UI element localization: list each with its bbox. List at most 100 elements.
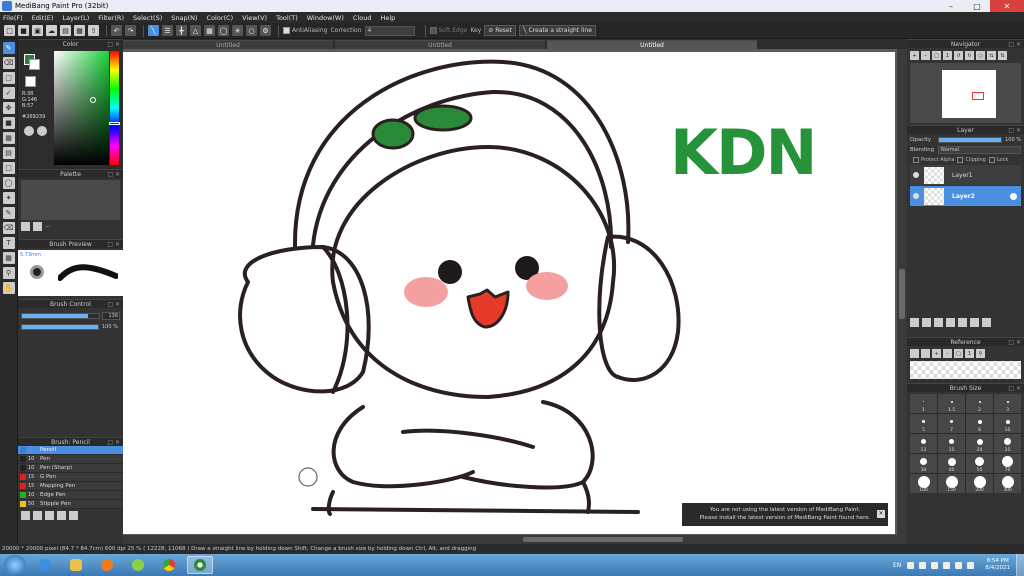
- transparent-color-swatch[interactable]: [25, 76, 36, 87]
- layer-visibility-icon[interactable]: [913, 172, 919, 178]
- menu-view[interactable]: View(V): [242, 14, 267, 22]
- text-tool-icon[interactable]: T: [2, 237, 15, 249]
- panel-close-icon[interactable]: □ ✕: [107, 300, 120, 309]
- brush-size-option[interactable]: 40: [938, 454, 965, 473]
- taskbar-explorer-icon[interactable]: [63, 556, 89, 574]
- menu-color[interactable]: Color(C): [207, 14, 234, 22]
- ref-zoom-out-icon[interactable]: –: [943, 349, 952, 358]
- brush-settings-icon[interactable]: [57, 511, 66, 520]
- redo-icon[interactable]: ↷: [125, 25, 136, 36]
- new-file-icon[interactable]: □: [4, 25, 15, 36]
- color-picker-handle[interactable]: [90, 97, 96, 103]
- brush-opacity-slider[interactable]: [21, 324, 99, 330]
- divide-tool-icon[interactable]: ▦: [2, 252, 15, 264]
- tray-up-icon[interactable]: [907, 561, 915, 569]
- brush-size-option[interactable]: 50: [966, 454, 993, 473]
- fill-tool-icon[interactable]: ▦: [2, 132, 15, 144]
- palette-more[interactable]: ...: [45, 222, 51, 231]
- new-8bit-layer-icon[interactable]: [934, 318, 943, 327]
- tray-flag-icon[interactable]: [943, 561, 951, 569]
- brush-size-option[interactable]: 1: [910, 394, 937, 413]
- menu-edit[interactable]: Edit(E): [32, 14, 54, 22]
- grid-icon[interactable]: ▦: [74, 25, 85, 36]
- brush-tool-icon[interactable]: ✎: [2, 42, 15, 54]
- undo-icon[interactable]: ↶: [111, 25, 122, 36]
- brush-list-item[interactable]: 15 Mapping Pen: [18, 482, 123, 491]
- menu-cloud[interactable]: Cloud: [353, 14, 372, 22]
- rotate-left-icon[interactable]: ↺: [954, 51, 963, 60]
- panel-close-icon[interactable]: □ ✕: [107, 170, 120, 179]
- panel-close-icon[interactable]: □ ✕: [107, 40, 120, 49]
- update-notice[interactable]: You are not using the latest version of …: [682, 503, 888, 526]
- add-palette-icon[interactable]: [21, 222, 30, 231]
- snap-cross-icon[interactable]: ╋: [176, 25, 187, 36]
- brush-size-option[interactable]: 5: [910, 414, 937, 433]
- merge-layer-icon[interactable]: [970, 318, 979, 327]
- snap-ellipse-icon[interactable]: ○: [246, 25, 257, 36]
- hue-slider[interactable]: [110, 51, 119, 165]
- dot-tool-icon[interactable]: □: [2, 72, 15, 84]
- save-icon[interactable]: ▣: [32, 25, 43, 36]
- brush-size-option[interactable]: 15: [938, 434, 965, 453]
- brush-size-option[interactable]: 20: [966, 434, 993, 453]
- layer-settings-icon[interactable]: [1010, 192, 1017, 200]
- ref-open-icon[interactable]: [910, 349, 919, 358]
- add-brush-icon[interactable]: [21, 511, 30, 520]
- snap-grid-icon[interactable]: ▦: [204, 25, 215, 36]
- tray-app-icon[interactable]: [919, 561, 927, 569]
- brush-size-option[interactable]: 300: [994, 474, 1021, 493]
- brush-size-option[interactable]: 8: [966, 414, 993, 433]
- palette-swatches[interactable]: [21, 180, 120, 220]
- shape-tool-icon[interactable]: ■: [2, 117, 15, 129]
- vertical-scroll-thumb[interactable]: [899, 269, 905, 319]
- show-desktop-button[interactable]: [1016, 554, 1024, 576]
- select-eraser-icon[interactable]: ⌫: [2, 222, 15, 234]
- panel-close-icon[interactable]: □ ✕: [1008, 126, 1021, 135]
- magic-wand-tool-icon[interactable]: ✦: [2, 192, 15, 204]
- tray-network-icon[interactable]: [931, 561, 939, 569]
- taskbar-medibang-icon[interactable]: [187, 556, 213, 574]
- tray-power-icon[interactable]: [955, 561, 963, 569]
- ref-actual-icon[interactable]: 1: [965, 349, 974, 358]
- snap-parallel-icon[interactable]: ☰: [162, 25, 173, 36]
- brush-list-item[interactable]: 15 G Pen: [18, 473, 123, 482]
- menu-tool[interactable]: Tool(T): [276, 14, 298, 22]
- menu-help[interactable]: Help: [380, 14, 395, 22]
- menu-select[interactable]: Select(S): [133, 14, 162, 22]
- hand-tool-icon[interactable]: ✋: [2, 282, 15, 294]
- new-halftone-layer-icon[interactable]: [922, 318, 931, 327]
- ref-folder-icon[interactable]: [921, 349, 930, 358]
- snap-vanish-icon[interactable]: △: [190, 25, 201, 36]
- delete-brush-icon[interactable]: [69, 511, 78, 520]
- brush-list-item[interactable]: 10 Edge Pen: [18, 491, 123, 500]
- brush-size-option[interactable]: 200: [966, 474, 993, 493]
- brush-list-item[interactable]: 50 Stipple Pen: [18, 500, 123, 509]
- layer-item[interactable]: Layer1: [910, 165, 1021, 185]
- delete-palette-icon[interactable]: [33, 222, 42, 231]
- taskbar-ie-icon[interactable]: [32, 556, 58, 574]
- ref-zoom-in-icon[interactable]: +: [932, 349, 941, 358]
- snap-settings-icon[interactable]: ⚙: [260, 25, 271, 36]
- cloud-icon[interactable]: ☁: [46, 25, 57, 36]
- tab-untitled-1[interactable]: Untitled: [123, 40, 333, 49]
- layer-opacity-slider[interactable]: [938, 137, 1003, 143]
- panel-close-icon[interactable]: □ ✕: [1008, 338, 1021, 347]
- ref-eyedropper-icon[interactable]: ⚲: [976, 349, 985, 358]
- actual-size-icon[interactable]: 1: [943, 51, 952, 60]
- snap-radial-icon[interactable]: ✳: [232, 25, 243, 36]
- horizontal-scroll-thumb[interactable]: [523, 537, 683, 542]
- reference-preview[interactable]: [910, 361, 1021, 379]
- reset-rotate-icon[interactable]: ○: [976, 51, 985, 60]
- protect-alpha-checkbox[interactable]: [913, 157, 919, 163]
- brush-size-option[interactable]: 10: [994, 414, 1021, 433]
- windows-start-button[interactable]: [4, 555, 26, 575]
- antialiasing-checkbox[interactable]: [283, 27, 290, 34]
- reset-button[interactable]: ⊘ Reset: [484, 25, 516, 36]
- select-pen-icon[interactable]: ✎: [2, 207, 15, 219]
- panel-close-icon[interactable]: □ ✕: [1008, 384, 1021, 393]
- menu-file[interactable]: File(F): [3, 14, 23, 22]
- brush-size-value[interactable]: 136: [102, 312, 120, 320]
- minimize-button[interactable]: –: [938, 0, 964, 12]
- print-icon[interactable]: ▤: [60, 25, 71, 36]
- create-straight-line-button[interactable]: ╲ Create a straight line: [518, 25, 596, 36]
